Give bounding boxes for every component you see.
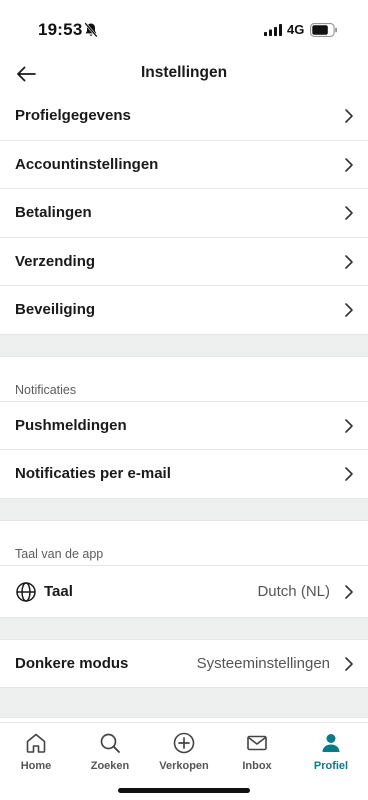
chevron-right-icon (345, 656, 353, 671)
tab-label: Zoeken (90, 760, 130, 772)
settings-item-label: Accountinstellingen (15, 155, 159, 173)
plus-circle-icon (173, 732, 195, 754)
section-title: Taal van de app (15, 546, 104, 561)
mail-icon (247, 735, 267, 751)
settings-item-label: Pushmeldingen (15, 416, 127, 434)
section-divider (0, 498, 368, 521)
settings-item-label: Notificaties per e-mail (15, 465, 171, 482)
settings-item-push-notifications[interactable]: Pushmeldingen (0, 401, 368, 450)
section-divider (0, 334, 368, 357)
chevron-right-icon (345, 303, 353, 317)
page-header: Instellingen (0, 56, 368, 92)
chevron-right-icon (345, 254, 353, 269)
page-title: Instellingen (140, 64, 228, 81)
section-header-app-language: Taal van de app (0, 520, 368, 566)
tab-label: Inbox (242, 760, 272, 772)
section-divider (0, 617, 368, 640)
section-divider (0, 687, 368, 718)
tab-label: Verkopen (159, 760, 209, 772)
chevron-right-icon (345, 418, 353, 433)
settings-item-security[interactable]: Beveiliging (0, 286, 368, 335)
battery-icon (310, 23, 337, 37)
tab-sell[interactable]: Verkopen (147, 731, 221, 779)
home-indicator (118, 788, 250, 793)
home-icon (26, 733, 46, 753)
settings-item-dark-mode[interactable]: Donkere modus Systeeminstellingen (0, 639, 368, 688)
chevron-right-icon (345, 467, 353, 481)
settings-item-email-notifications[interactable]: Notificaties per e-mail (0, 450, 368, 499)
settings-item-label: Donkere modus (15, 654, 129, 672)
settings-item-account-settings[interactable]: Accountinstellingen (0, 140, 368, 189)
dark-mode-value: Systeeminstellingen (196, 654, 330, 672)
settings-item-label: Verzending (15, 252, 96, 270)
section-title: Notificaties (15, 382, 77, 397)
settings-list: Profielgegevens Accountinstellingen Beta… (0, 92, 368, 718)
settings-item-profile-details[interactable]: Profielgegevens (0, 92, 368, 141)
tab-home[interactable]: Home (0, 731, 73, 779)
bell-off-icon (84, 22, 98, 38)
globe-icon (16, 581, 36, 602)
profile-icon (322, 734, 340, 752)
tab-profile[interactable]: Profiel (294, 731, 368, 779)
settings-item-label: Beveiliging (15, 301, 96, 318)
settings-item-label: Taal (44, 582, 73, 600)
tab-search[interactable]: Zoeken (73, 731, 147, 779)
chevron-right-icon (345, 157, 353, 172)
tab-label: Home (20, 760, 52, 772)
settings-item-payments[interactable]: Betalingen (0, 189, 368, 238)
settings-item-language[interactable]: Taal Dutch (NL) (0, 565, 368, 618)
chevron-right-icon (345, 584, 353, 599)
language-value: Dutch (NL) (257, 582, 330, 600)
tab-inbox[interactable]: Inbox (220, 731, 294, 779)
settings-item-label: Betalingen (15, 204, 92, 221)
settings-item-shipping[interactable]: Verzending (0, 237, 368, 286)
chevron-right-icon (345, 206, 353, 220)
status-bar: 19:53 4G (0, 0, 368, 56)
settings-item-label: Profielgegevens (15, 107, 131, 124)
signal-icon (264, 24, 282, 36)
tab-label: Profiel (313, 760, 349, 772)
network-type: 4G (287, 22, 305, 37)
section-header-notifications: Notificaties (0, 356, 368, 402)
status-time: 19:53 (38, 20, 83, 39)
chevron-right-icon (345, 109, 353, 123)
search-icon (100, 733, 120, 753)
